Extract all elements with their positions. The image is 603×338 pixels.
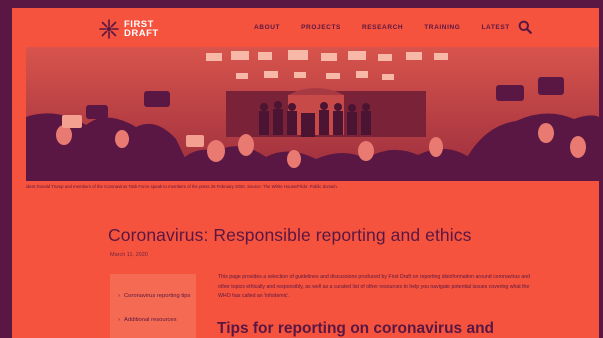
table-of-contents: › Coronavirus reporting tips › Additiona… [110, 274, 196, 338]
logo-line-2: DRAFT [124, 28, 159, 39]
press-conference-image [26, 47, 599, 181]
site-header: FIRST DRAFT ABOUT PROJECTS RESEARCH TRAI… [12, 8, 599, 48]
first-draft-logo[interactable]: FIRST DRAFT [98, 18, 159, 40]
toc-item-reporting-tips[interactable]: › Coronavirus reporting tips [118, 292, 190, 302]
logo-wordmark: FIRST DRAFT [124, 19, 159, 39]
nav-item-training[interactable]: TRAINING [424, 24, 460, 31]
bullet-icon: › [118, 317, 120, 323]
section-heading: Tips for reporting on coronavirus and [217, 320, 495, 337]
nav-item-about[interactable]: ABOUT [254, 24, 280, 31]
bullet-icon: › [118, 293, 120, 299]
starburst-logo-icon [99, 19, 119, 39]
website: FIRST DRAFT ABOUT PROJECTS RESEARCH TRAI… [12, 8, 599, 338]
article-title: Coronavirus: Responsible reporting and e… [108, 225, 472, 245]
nav-item-projects[interactable]: PROJECTS [301, 24, 341, 31]
search-icon[interactable] [518, 20, 532, 34]
toc-item-additional-resources[interactable]: › Additional resources [118, 316, 177, 326]
article-intro: This page provides a selection of guidel… [218, 274, 530, 300]
main-nav: ABOUT PROJECTS RESEARCH TRAINING LATEST [254, 24, 531, 31]
article-date: March 11, 2020 [110, 252, 148, 258]
nav-item-research[interactable]: RESEARCH [362, 24, 403, 31]
toc-item-label: Additional resources [124, 317, 177, 323]
toc-item-label: Coronavirus reporting tips [124, 293, 191, 299]
hero-photo [26, 47, 599, 181]
photo-caption: ident Donald Trump and members of the Co… [26, 184, 338, 189]
screenshot-frame: FIRST DRAFT ABOUT PROJECTS RESEARCH TRAI… [0, 0, 603, 338]
nav-item-latest[interactable]: LATEST [481, 24, 509, 31]
